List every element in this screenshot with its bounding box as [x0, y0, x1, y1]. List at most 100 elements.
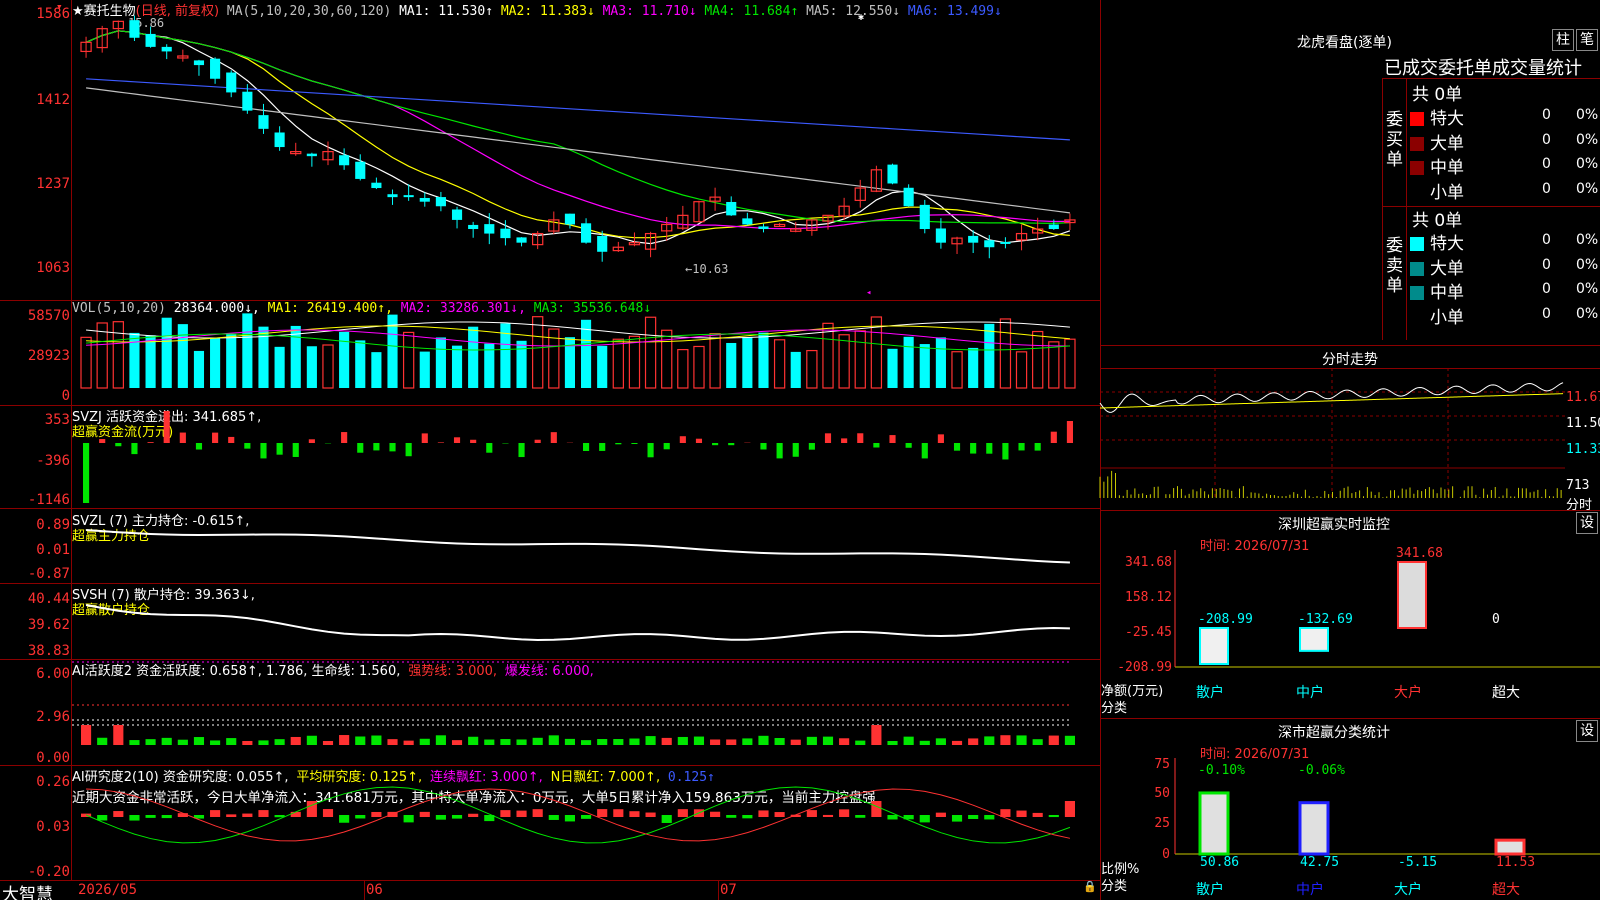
- flow-bar-out: [357, 443, 364, 453]
- y-tick: 6.00: [36, 666, 70, 682]
- flow-bar-out: [808, 443, 815, 450]
- y-tick: 341.68: [1125, 555, 1172, 570]
- lock-icon[interactable]: 🔒: [1083, 880, 1097, 893]
- date-label: 2026/05: [78, 882, 138, 898]
- research-bar: [258, 810, 269, 817]
- flow-bar-out: [760, 443, 767, 450]
- activity-bar: [81, 725, 92, 745]
- research-bar: [435, 815, 446, 820]
- tick-view-button[interactable]: 笔: [1576, 29, 1598, 51]
- flow-bar-out: [195, 443, 203, 450]
- candle-down: [371, 182, 382, 189]
- monitor-settings-button[interactable]: 设: [1576, 512, 1598, 534]
- activity-bar: [145, 739, 156, 745]
- bar-view-button[interactable]: 柱: [1552, 29, 1574, 51]
- activity-bar: [677, 736, 688, 745]
- research-bar: [290, 811, 301, 817]
- class-chart[interactable]: 75 50 25 0 -0.10% -0.06% 50.86 42.75 -5.15 11.53 散…: [1100, 757, 1600, 900]
- activity-bar: [210, 740, 221, 745]
- intraday-chart[interactable]: [1099, 368, 1565, 508]
- volume-bar-up: [854, 330, 866, 389]
- row-name: 中单: [1430, 283, 1464, 303]
- candle-down: [887, 164, 898, 184]
- row-count: 0: [1542, 156, 1551, 172]
- divider: [1382, 78, 1383, 340]
- category-label: 中户: [1296, 881, 1324, 898]
- volume-bar-down: [242, 313, 253, 388]
- flow-bar-out: [712, 443, 719, 446]
- intraday-vol: 713: [1566, 478, 1590, 493]
- activity-bar: [661, 737, 672, 745]
- volume-bar-down: [758, 332, 769, 388]
- candle-down: [193, 60, 205, 66]
- color-swatch: [1410, 237, 1424, 251]
- candlestick-chart[interactable]: [72, 0, 1100, 300]
- volume-bar-down: [419, 351, 430, 388]
- volume-bar-down: [935, 337, 946, 388]
- y-tick: 158.12: [1125, 590, 1172, 605]
- color-swatch: [1410, 112, 1424, 126]
- activity-bar: [468, 736, 479, 745]
- row-name: 特大: [1430, 109, 1464, 129]
- activity-bar: [403, 740, 414, 745]
- divider: [1100, 718, 1600, 719]
- volume-bar-up: [112, 321, 124, 389]
- cursor-marker: ◂: [866, 288, 872, 298]
- date-label: 06: [366, 882, 383, 898]
- flow-bar-out: [776, 443, 783, 459]
- research-bar: [1032, 812, 1043, 817]
- candle-down: [274, 132, 285, 148]
- y-tick: -1146: [27, 492, 70, 508]
- activity-bar: [581, 740, 592, 745]
- volume-bar-down: [210, 338, 221, 388]
- volume-bar-down: [226, 334, 237, 388]
- buy-label: 委买单: [1386, 110, 1403, 170]
- class-settings-button[interactable]: 设: [1576, 720, 1598, 742]
- class-value: 42.75: [1300, 855, 1339, 870]
- flow-bar-out: [905, 443, 912, 448]
- candle-down: [516, 237, 527, 243]
- sell-row: 小单 0 0%: [1410, 303, 1600, 328]
- row-count: 0: [1542, 281, 1551, 297]
- activity-bar: [774, 738, 785, 745]
- volume-bar-up: [999, 318, 1012, 389]
- category-label: 中户: [1296, 684, 1324, 701]
- volume-bar-up: [951, 351, 963, 389]
- row-count: 0: [1542, 232, 1551, 248]
- flow-bar-out: [1034, 443, 1041, 451]
- retail-position-chart[interactable]: [72, 583, 1100, 659]
- ai-research-chart[interactable]: [72, 765, 1100, 880]
- activity-bar: [451, 740, 463, 745]
- brand-logo: 大智慧: [2, 885, 53, 900]
- activity-bar: [629, 738, 640, 745]
- divider: [1382, 78, 1600, 79]
- activity-bar: [1016, 735, 1027, 745]
- candle-down: [435, 197, 446, 207]
- research-bar: [548, 815, 559, 820]
- candle-down: [161, 46, 172, 52]
- main-position-chart[interactable]: [72, 508, 1100, 583]
- y-tick: 50: [1154, 786, 1170, 801]
- y-tick: 2.96: [36, 709, 70, 725]
- monitor-chart[interactable]: 341.68 158.12 -25.45 -208.99 -208.99 -132.69 3…: [1100, 546, 1600, 720]
- research-bar: [855, 815, 866, 818]
- research-bar: [161, 815, 172, 819]
- flow-bar-out: [518, 443, 525, 458]
- research-bar: [822, 814, 834, 817]
- volume-bar-up: [628, 335, 641, 389]
- candle-down: [468, 224, 479, 230]
- category-label: 超大: [1492, 685, 1520, 701]
- ai-activity-chart[interactable]: [72, 659, 1100, 765]
- research-bar: [226, 814, 237, 817]
- row-name: 小单: [1430, 182, 1464, 203]
- y-tick: 58570: [27, 308, 70, 324]
- research-bar: [1064, 801, 1075, 817]
- activity-bar: [839, 738, 850, 745]
- volume-bar-down: [903, 336, 914, 388]
- volume-chart[interactable]: [72, 300, 1100, 405]
- flow-bar-in: [1066, 421, 1073, 443]
- intraday-ytick: 11.33: [1566, 442, 1600, 457]
- money-flow-chart[interactable]: [72, 405, 1100, 508]
- row-name: 小单: [1430, 307, 1464, 328]
- research-bar: [887, 815, 898, 820]
